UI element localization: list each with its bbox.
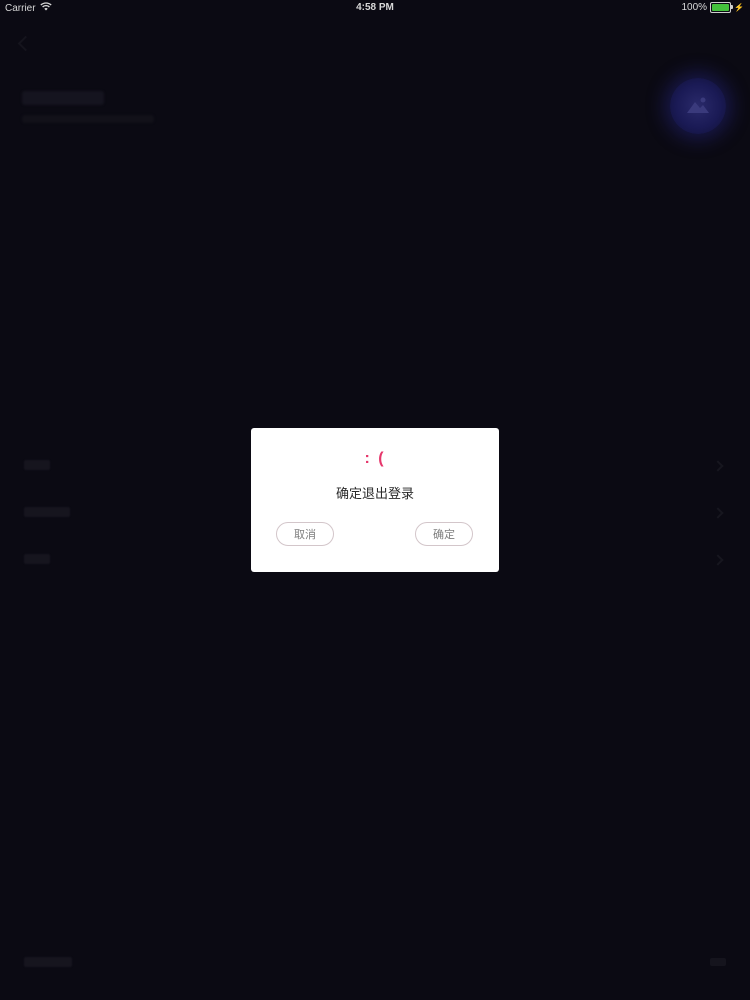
sad-emoticon: : ( — [364, 450, 386, 467]
bottom-label — [24, 957, 72, 967]
chevron-right-icon — [712, 554, 724, 566]
screen: Carrier 4:58 PM 100% ⚡: (确定退出登录 取消 确定 — [0, 0, 750, 1000]
chevron-right-icon — [712, 460, 724, 472]
profile-name-placeholder — [22, 91, 104, 105]
menu-item-label — [24, 460, 50, 470]
confirm-button[interactable]: 确定 — [415, 522, 473, 546]
dialog-message: 确定退出登录 — [335, 487, 414, 502]
cancel-button[interactable]: 取消 — [276, 522, 334, 546]
avatar-icon — [687, 97, 709, 113]
menu-item-label — [24, 507, 70, 517]
logout-dialog: : ( 确定退出登录 取消 确定 — [251, 428, 499, 572]
profile-subtitle-placeholder — [22, 115, 154, 123]
bottom-right-control — [710, 958, 726, 966]
chevron-right-icon — [712, 507, 724, 519]
back-arrow-icon — [17, 35, 34, 52]
menu-item-label — [24, 554, 50, 564]
